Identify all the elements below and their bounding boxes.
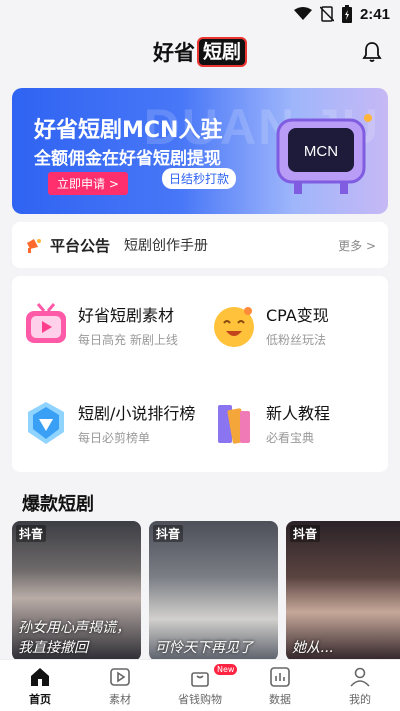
banner-subtitle: 全额佣金在好省短剧提现	[34, 149, 221, 169]
tv-text: MCN	[304, 143, 338, 160]
feature-cpa[interactable]: CPA变现 低粉丝玩法	[200, 276, 388, 374]
platform-notice[interactable]: 平台公告 短剧创作手册 更多 >	[12, 222, 388, 268]
tab-label: 省钱购物	[178, 692, 222, 706]
apply-button[interactable]: 立即申请 >	[48, 172, 128, 195]
diamond-badge-icon	[28, 402, 64, 444]
feature-title: 短剧/小说排行榜	[78, 404, 196, 423]
feature-subtitle: 必看宝典	[266, 431, 315, 445]
battery-icon	[341, 5, 352, 23]
mcn-banner[interactable]: DUAN JU 好省短剧MCN入驻 全额佣金在好省短剧提现 立即申请 > 日结秒…	[12, 88, 388, 214]
feature-grid: 好省短剧素材 每日高充 新剧上线 CPA变现 低粉丝玩法 短剧/小说排行榜 每日…	[12, 276, 388, 472]
no-sim-icon	[319, 6, 334, 22]
drama-poster[interactable]: 抖音 她从...	[286, 521, 400, 661]
settle-badge: 日结秒打款	[162, 168, 237, 189]
poster-caption: 可怜天下再见了	[155, 640, 253, 656]
wifi-icon	[293, 7, 312, 20]
drama-poster[interactable]: 抖音 孙女用心声揭谎，我直接撤回	[12, 521, 141, 661]
banner-title: 好省短剧MCN入驻	[34, 118, 223, 143]
section-title: 爆款短剧	[22, 494, 94, 515]
notice-label: 平台公告	[50, 236, 111, 255]
smiley-icon	[214, 307, 254, 347]
new-badge: New	[214, 664, 238, 675]
feature-title: CPA变现	[266, 306, 329, 325]
status-bar: 2:41	[0, 0, 400, 28]
app-title-prefix: 好省	[152, 41, 195, 65]
app-header: 好省 短剧	[0, 28, 400, 76]
notice-text[interactable]: 短剧创作手册	[124, 235, 338, 255]
platform-tag: 抖音	[16, 525, 47, 542]
feature-tutorial[interactable]: 新人教程 必看宝典	[200, 374, 388, 472]
poster-caption: 孙女用心声揭谎，我直接撤回	[18, 620, 130, 656]
bag-icon	[191, 671, 209, 687]
feature-title: 好省短剧素材	[78, 306, 175, 325]
feature-subtitle: 每日高充 新剧上线	[78, 333, 178, 347]
tab-profile[interactable]: 我的	[320, 660, 400, 711]
home-icon	[31, 667, 49, 686]
platform-tag: 抖音	[153, 525, 184, 542]
tab-home[interactable]: 首页	[0, 660, 80, 711]
platform-tag: 抖音	[290, 525, 321, 542]
tab-materials[interactable]: 素材	[80, 660, 160, 711]
feature-subtitle: 每日必剪榜单	[78, 431, 151, 445]
drama-poster-list: 抖音 孙女用心声揭谎，我直接撤回 抖音 可怜天下再见了 抖音 她从...	[12, 521, 400, 661]
poster-caption: 她从...	[292, 640, 334, 656]
feature-title: 新人教程	[266, 404, 331, 423]
feature-materials[interactable]: 好省短剧素材 每日高充 新剧上线	[12, 276, 200, 374]
notice-more-link[interactable]: 更多 >	[338, 237, 376, 254]
play-icon	[110, 667, 130, 686]
app-title-badge: 短剧	[196, 37, 247, 67]
tab-label: 素材	[109, 692, 131, 706]
books-icon	[218, 405, 250, 444]
feature-ranking[interactable]: 短剧/小说排行榜 每日必剪榜单	[12, 374, 200, 472]
person-icon	[350, 667, 370, 687]
megaphone-icon	[27, 239, 41, 253]
tab-label: 我的	[349, 692, 371, 706]
feature-subtitle: 低粉丝玩法	[266, 333, 327, 347]
tv-play-icon	[26, 303, 66, 343]
tab-label: 首页	[29, 692, 51, 706]
tv-illustration: MCN	[276, 114, 372, 194]
bell-icon[interactable]	[360, 40, 384, 64]
bottom-tab-bar: 首页 素材 New 省钱购物 数据 我的	[0, 659, 400, 711]
tab-label: 数据	[269, 692, 291, 706]
tab-data[interactable]: 数据	[240, 660, 320, 711]
tab-shopping[interactable]: New 省钱购物	[160, 660, 240, 711]
chart-icon	[270, 666, 290, 687]
clock: 2:41	[359, 5, 390, 23]
drama-poster[interactable]: 抖音 可怜天下再见了	[149, 521, 278, 661]
app-title: 好省 短剧	[153, 37, 247, 67]
